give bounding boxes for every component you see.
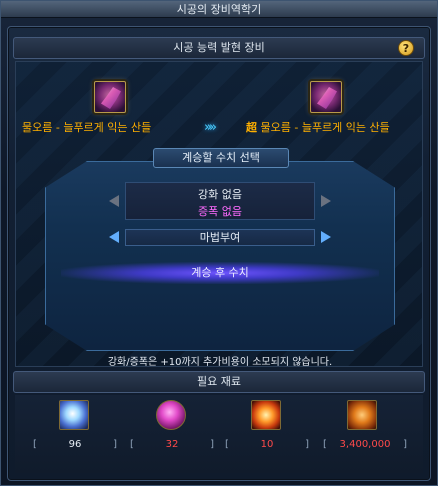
amplify-value: 증폭 없음 — [198, 205, 242, 218]
material-count-3: [10] — [225, 437, 309, 453]
help-icon[interactable]: ? — [398, 40, 414, 56]
gold-icon[interactable] — [347, 400, 377, 430]
window: 시공의 장비역학기 시공 능력 발현 장비 ? 물오름 - 늘푸르게 익는 산들… — [0, 0, 438, 486]
materials-header: 필요 재료 — [13, 371, 425, 393]
material-count-value: 32 — [165, 439, 179, 450]
target-item-slot[interactable] — [310, 81, 342, 113]
prev-value-arrow-icon[interactable] — [109, 195, 119, 207]
transfer-arrows-icon: »» — [204, 120, 217, 135]
source-item-name: 물오름 - 늘푸르게 익는 산들 — [22, 121, 152, 134]
material-count-value: 3,400,000 — [339, 439, 391, 450]
enchant-option[interactable]: 마법부여 — [125, 229, 315, 246]
cost-notice: 강화/증폭은 +10까지 추가비용이 소모되지 않습니다. — [107, 357, 333, 368]
target-item-name-row: 超 물오름 - 늘푸르게 익는 산들 — [246, 119, 390, 135]
inherit-result-label: 계승 후 수치 — [61, 262, 379, 284]
panel-header: 시공 능력 발현 장비 ? — [13, 37, 425, 59]
window-title[interactable]: 시공의 장비역학기 — [1, 1, 437, 18]
prev-option-arrow-icon[interactable] — [109, 231, 119, 243]
crystal-icon[interactable] — [59, 400, 89, 430]
inherit-value-box: 강화 없음 증폭 없음 — [125, 182, 315, 220]
sun-core-icon[interactable] — [251, 400, 281, 430]
material-count-value: 10 — [260, 439, 274, 450]
source-item-icon — [101, 87, 121, 109]
next-option-arrow-icon[interactable] — [321, 231, 331, 243]
material-count-value: 96 — [68, 439, 82, 450]
source-item-slot[interactable] — [94, 81, 126, 113]
orb-icon[interactable] — [156, 400, 186, 430]
panel-title: 시공 능력 발현 장비 — [173, 41, 265, 54]
material-count-1: [96] — [33, 437, 117, 453]
selection-title: 계승할 수치 선택 — [153, 148, 289, 168]
material-count-4: [3,400,000] — [323, 437, 407, 453]
target-item-icon — [317, 87, 337, 109]
material-count-2: [32] — [130, 437, 214, 453]
reinforce-value: 강화 없음 — [198, 188, 242, 201]
super-prefix: 超 — [246, 121, 257, 134]
target-item-name: 물오름 - 늘푸르게 익는 산들 — [260, 121, 390, 134]
next-value-arrow-icon[interactable] — [321, 195, 331, 207]
